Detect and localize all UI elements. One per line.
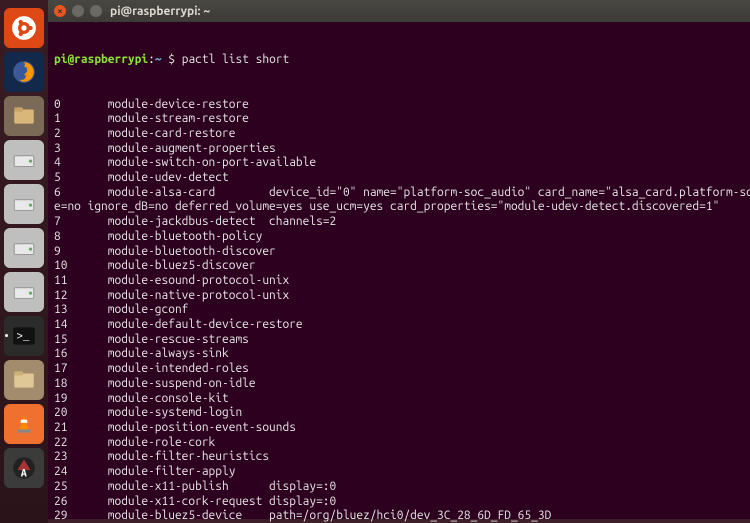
output-line: 19 module-console-kit [54, 392, 744, 407]
output-line: 22 module-role-cork [54, 436, 744, 451]
output-line: 14 module-default-device-restore [54, 318, 744, 333]
window-title: pi@raspberrypi: ~ [110, 5, 210, 18]
drive-3[interactable] [4, 228, 44, 268]
output-line: 16 module-always-sink [54, 347, 744, 362]
files-icon[interactable] [4, 96, 44, 136]
minimize-button[interactable] [72, 5, 84, 17]
window-controls: × [54, 5, 102, 17]
output-line: 10 module-bluez5-discover [54, 259, 744, 274]
output-line: 2 module-card-restore [54, 127, 744, 142]
output-line: 0 module-device-restore [54, 98, 744, 113]
close-button[interactable]: × [54, 5, 66, 17]
terminal-icon[interactable]: >_ [4, 316, 44, 356]
window-titlebar[interactable]: × pi@raspberrypi: ~ [48, 0, 750, 22]
output-line: 8 module-bluetooth-policy [54, 230, 744, 245]
drive-1[interactable] [4, 140, 44, 180]
updates-icon[interactable]: A [4, 448, 44, 488]
output-line: 29 module-bluez5-device path=/org/bluez/… [54, 509, 744, 523]
output-line: 3 module-augment-properties [54, 142, 744, 157]
command-text: pactl list short [182, 53, 290, 66]
vlc-icon[interactable] [4, 404, 44, 444]
output-line: 18 module-suspend-on-idle [54, 377, 744, 392]
ubuntu-logo[interactable] [4, 8, 44, 48]
output-line: 20 module-systemd-login [54, 406, 744, 421]
output-line: 24 module-filter-apply [54, 465, 744, 480]
files-2[interactable] [4, 360, 44, 400]
output-line: 9 module-bluetooth-discover [54, 245, 744, 260]
output-line: 23 module-filter-heuristics [54, 450, 744, 465]
output-line: 4 module-switch-on-port-available [54, 156, 744, 171]
output-line: 12 module-native-protocol-unix [54, 289, 744, 304]
maximize-button[interactable] [90, 5, 102, 17]
output-line: 25 module-x11-publish display=:0 [54, 480, 744, 495]
output-line: 13 module-gconf [54, 303, 744, 318]
output-line: 5 module-udev-detect [54, 171, 744, 186]
output-line: 26 module-x11-cork-request display=:0 [54, 495, 744, 510]
prompt-user-host: pi@raspberrypi [54, 53, 148, 66]
output-line: 17 module-intended-roles [54, 362, 744, 377]
prompt-line-1: pi@raspberrypi:~ $ pactl list short [54, 53, 744, 68]
output-line: 21 module-position-event-sounds [54, 421, 744, 436]
prompt-path: ~ [155, 53, 162, 66]
drive-2[interactable] [4, 184, 44, 224]
output-line: e=no ignore_dB=no deferred_volume=yes us… [54, 200, 744, 215]
terminal-body[interactable]: pi@raspberrypi:~ $ pactl list short 0 mo… [48, 22, 750, 523]
unity-launcher: >_ A [0, 0, 48, 523]
output-line: 1 module-stream-restore [54, 112, 744, 127]
firefox[interactable] [4, 52, 44, 92]
svg-text:>_: >_ [16, 331, 29, 343]
terminal-window: × pi@raspberrypi: ~ pi@raspberrypi:~ $ p… [48, 0, 750, 519]
drive-4[interactable] [4, 272, 44, 312]
output-line: 15 module-rescue-streams [54, 333, 744, 348]
output-line: 11 module-esound-protocol-unix [54, 274, 744, 289]
svg-text:A: A [21, 468, 27, 480]
output-line: 7 module-jackdbus-detect channels=2 [54, 215, 744, 230]
output-line: 6 module-alsa-card device_id="0" name="p… [54, 186, 744, 201]
